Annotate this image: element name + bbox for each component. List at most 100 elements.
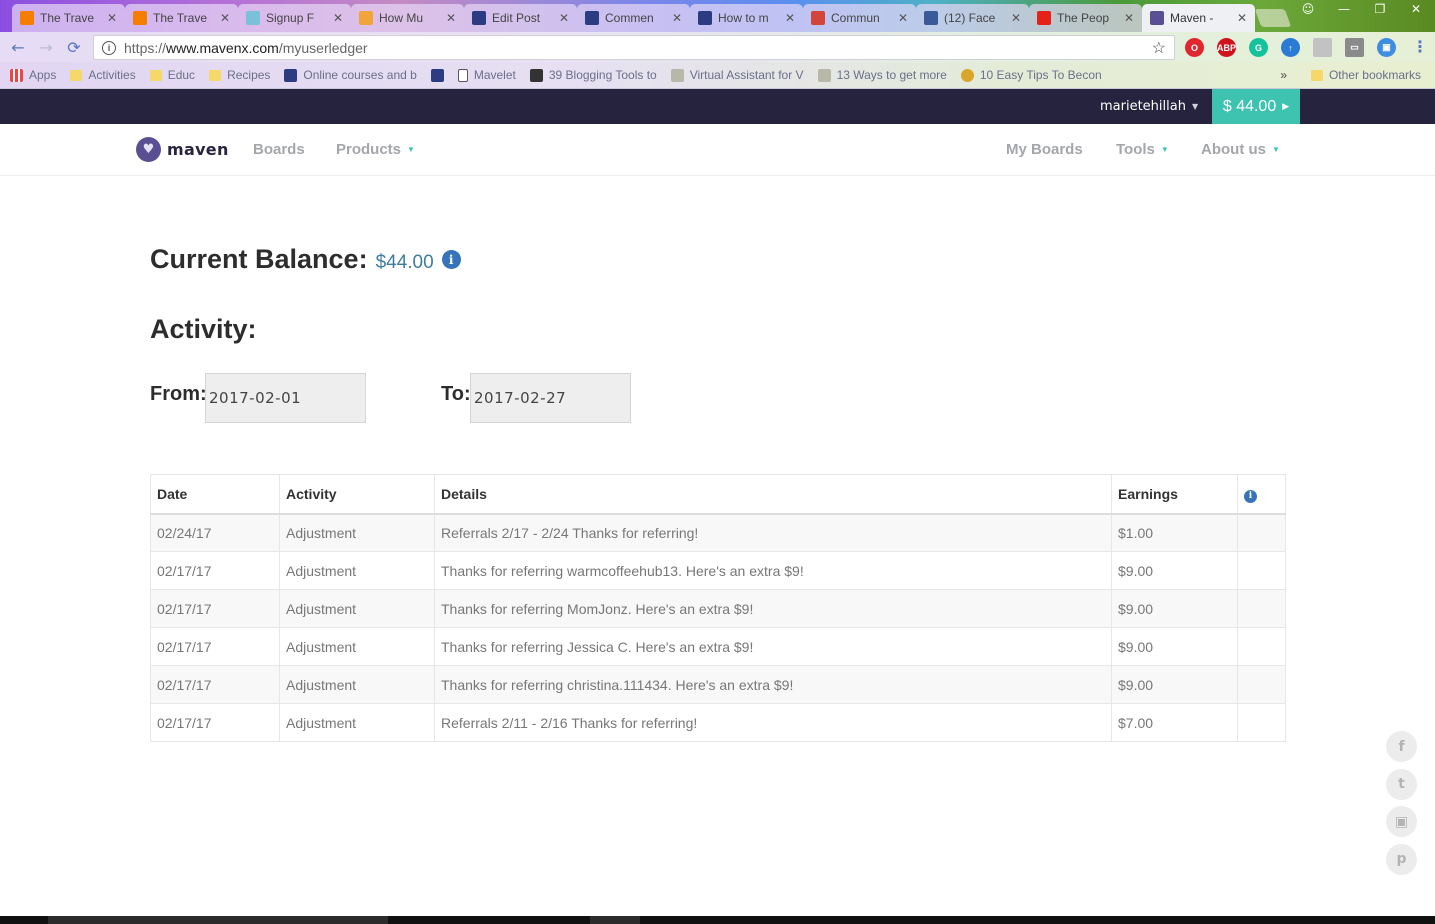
bookmark-item[interactable]: 39 Blogging Tools to: [529, 68, 657, 82]
user-menu[interactable]: marietehillah ▼: [1100, 89, 1198, 124]
nav-my-boards-label: My Boards: [1006, 141, 1083, 158]
back-button[interactable]: ←: [4, 38, 32, 57]
close-tab-icon[interactable]: ✕: [1237, 11, 1247, 25]
browser-tab[interactable]: Commun ✕: [803, 4, 916, 32]
browser-tab[interactable]: Maven - ✕: [1142, 4, 1255, 32]
cell-info: [1237, 551, 1286, 590]
close-tab-icon[interactable]: ✕: [559, 11, 569, 25]
profile-icon[interactable]: ☺: [1297, 2, 1319, 16]
bookmark-label: Online courses and b: [303, 68, 417, 82]
browser-tab[interactable]: (12) Face ✕: [916, 4, 1029, 32]
close-tab-icon[interactable]: ✕: [1011, 11, 1021, 25]
close-tab-icon[interactable]: ✕: [898, 11, 908, 25]
table-row: 02/17/17 Adjustment Thanks for referring J…: [150, 627, 1286, 666]
adblock-icon[interactable]: ABP: [1217, 38, 1236, 57]
facebook-icon: [924, 11, 938, 25]
cell-activity: Adjustment: [279, 589, 435, 628]
browser-tab[interactable]: The Trave ✕: [12, 4, 125, 32]
extension-gray-icon[interactable]: [1313, 38, 1332, 57]
bookmark-item[interactable]: 10 Easy Tips To Becon: [960, 68, 1102, 82]
maven-logo[interactable]: ♥ maven: [136, 137, 229, 162]
extension-flame-icon[interactable]: ↑: [1281, 38, 1300, 57]
nav-boards[interactable]: Boards: [253, 141, 305, 158]
nav-about-us[interactable]: About us ▼: [1201, 141, 1280, 158]
browser-tab[interactable]: Signup F ✕: [238, 4, 351, 32]
bookmark-item[interactable]: Recipes: [209, 68, 270, 82]
other-bookmarks[interactable]: Other bookmarks: [1310, 68, 1421, 82]
cell-date: 02/17/17: [150, 665, 280, 704]
tab-title: The Peop: [1057, 11, 1110, 25]
close-tab-icon[interactable]: ✕: [785, 11, 795, 25]
to-date-input[interactable]: 2017-02-27: [470, 373, 631, 423]
bookmark-label: Virtual Assistant for V: [689, 68, 804, 82]
current-balance: Current Balance: $44.00 i: [150, 244, 461, 275]
facebook-icon[interactable]: f: [1386, 731, 1417, 762]
bookmark-item[interactable]: Online courses and b: [284, 68, 417, 82]
taskbar-item[interactable]: [48, 916, 388, 924]
cell-details: Thanks for referring MomJonz. Here's an …: [434, 589, 1112, 628]
bookmark-item[interactable]: [430, 68, 444, 82]
grammarly-icon[interactable]: G: [1249, 38, 1268, 57]
caret-down-icon: ▼: [1191, 102, 1199, 111]
close-tab-icon[interactable]: ✕: [446, 11, 456, 25]
browser-tab[interactable]: The Peop ✕: [1029, 4, 1142, 32]
bookmark-item[interactable]: Apps: [10, 68, 56, 82]
nav-products[interactable]: Products ▼: [336, 141, 415, 158]
instagram-icon[interactable]: ▣: [1386, 806, 1417, 837]
nav-my-boards[interactable]: My Boards: [1006, 141, 1083, 158]
chrome-menu-icon[interactable]: ⋮: [1412, 37, 1428, 56]
blogger-icon: [133, 11, 147, 25]
site-info-icon[interactable]: i: [102, 40, 116, 55]
close-tab-icon[interactable]: ✕: [333, 11, 343, 25]
cell-date: 02/24/17: [150, 513, 280, 552]
close-tab-icon[interactable]: ✕: [672, 11, 682, 25]
column-header-details[interactable]: Details: [434, 474, 1112, 515]
minimize-button[interactable]: —: [1333, 2, 1355, 16]
info-icon[interactable]: i: [1244, 489, 1257, 503]
column-header-date[interactable]: Date: [150, 474, 280, 515]
bookmark-item[interactable]: Mavelet: [457, 68, 516, 82]
address-bar[interactable]: i https://www.mavenx.com/myuserledger ☆: [93, 35, 1175, 60]
cast-icon[interactable]: ▭: [1345, 38, 1364, 57]
cell-activity: Adjustment: [279, 665, 435, 704]
extension-blue-icon[interactable]: ▣: [1377, 38, 1396, 57]
bookmark-star-icon[interactable]: ☆: [1152, 38, 1166, 58]
forward-button[interactable]: →: [32, 38, 60, 57]
browser-tab[interactable]: Commen ✕: [577, 4, 690, 32]
cell-earnings: $9.00: [1111, 627, 1238, 666]
current-balance-label: Current Balance:: [150, 244, 368, 274]
balance-button[interactable]: $ 44.00 ▶: [1212, 89, 1300, 124]
tab-title: How to m: [718, 11, 769, 25]
column-header-earnings[interactable]: Earnings: [1111, 474, 1238, 515]
bookmark-item[interactable]: Educ: [149, 68, 196, 82]
twitter-icon[interactable]: t: [1386, 768, 1417, 800]
community-icon: [811, 11, 825, 25]
bookmark-item[interactable]: Activities: [70, 68, 136, 82]
pinterest-icon[interactable]: p: [1386, 843, 1417, 875]
browser-tab[interactable]: The Trave ✕: [125, 4, 238, 32]
info-icon[interactable]: i: [441, 250, 461, 269]
from-date-input[interactable]: 2017-02-01: [205, 373, 366, 423]
close-tab-icon[interactable]: ✕: [220, 11, 230, 25]
bookmark-item[interactable]: Virtual Assistant for V: [670, 68, 804, 82]
browser-tab[interactable]: How Mu ✕: [351, 4, 464, 32]
column-header-activity[interactable]: Activity: [279, 474, 435, 515]
bookmark-item[interactable]: 13 Ways to get more: [817, 68, 947, 82]
bookmark-label: Educ: [167, 68, 196, 82]
close-window-button[interactable]: ✕: [1405, 2, 1427, 16]
restore-button[interactable]: ❐: [1369, 2, 1391, 16]
opera-icon[interactable]: O: [1185, 38, 1204, 57]
tab-title: How Mu: [379, 11, 424, 25]
bookmarks-overflow-button[interactable]: »: [1280, 68, 1287, 82]
url-text[interactable]: https://www.mavenx.com/myuserledger: [124, 40, 368, 56]
nav-tools[interactable]: Tools ▼: [1116, 141, 1169, 158]
close-tab-icon[interactable]: ✕: [107, 11, 117, 25]
browser-tab[interactable]: How to m ✕: [690, 4, 803, 32]
reload-button[interactable]: ⟳: [60, 38, 88, 57]
new-tab-button[interactable]: [1254, 9, 1292, 27]
page-icon: [457, 68, 468, 82]
how-much-icon: [359, 11, 373, 25]
close-tab-icon[interactable]: ✕: [1124, 11, 1134, 25]
browser-tab[interactable]: Edit Post ✕: [464, 4, 577, 32]
taskbar-item[interactable]: [590, 916, 640, 924]
